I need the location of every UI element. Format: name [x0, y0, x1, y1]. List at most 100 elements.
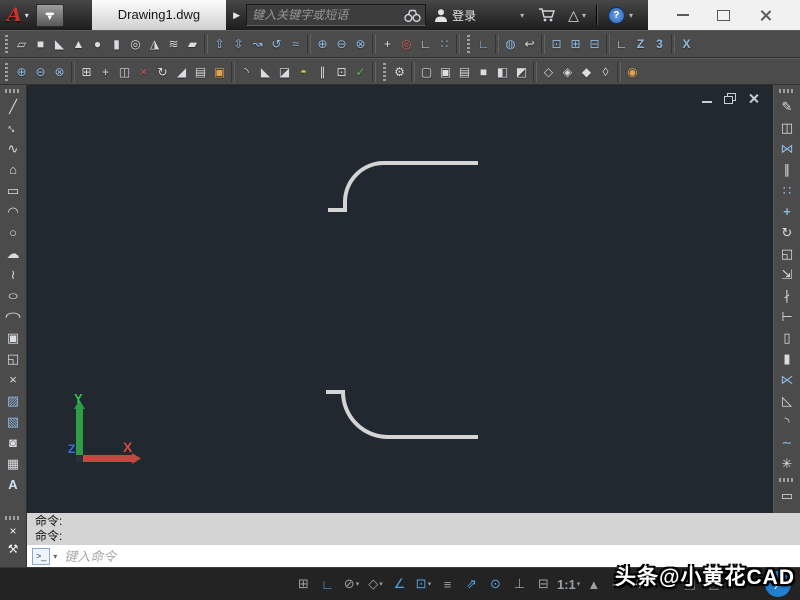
isolate-objects-1-icon[interactable]: ◇: [539, 61, 558, 83]
selection-cycling-icon[interactable]: ⇗: [460, 571, 483, 597]
chamfer-edge-icon[interactable]: ◣: [256, 61, 275, 83]
render-presets-icon[interactable]: ⚙: [390, 61, 409, 83]
taper-faces-icon[interactable]: ◢: [172, 61, 191, 83]
point-icon[interactable]: ×: [1, 369, 25, 390]
ucs-x-rotate-icon[interactable]: X: [677, 33, 696, 55]
object-snap-icon-caret[interactable]: ▾: [428, 580, 432, 588]
surface-subtract-icon[interactable]: ⊖: [31, 61, 50, 83]
file-tab[interactable]: Drawing1.dwg: [92, 0, 226, 30]
command-customize-wrench-icon[interactable]: ⚒: [8, 540, 19, 558]
subtract-icon[interactable]: ⊖: [332, 33, 351, 55]
explode-icon[interactable]: ✳: [775, 453, 799, 474]
3d-move-icon[interactable]: +: [378, 33, 397, 55]
join-icon[interactable]: ⋉: [775, 369, 799, 390]
cone-icon[interactable]: ▲: [69, 33, 88, 55]
union-icon[interactable]: ⊕: [313, 33, 332, 55]
rotate-faces-icon[interactable]: ↻: [153, 61, 172, 83]
visual-style-wireframe-icon[interactable]: ▣: [436, 61, 455, 83]
3d-align-icon[interactable]: ∟: [416, 33, 435, 55]
arc-icon[interactable]: ◠: [1, 201, 25, 222]
ucs-world-icon[interactable]: ◍: [501, 33, 520, 55]
imprint-icon[interactable]: ⊡: [332, 61, 351, 83]
color-edges-icon[interactable]: ▣: [210, 61, 229, 83]
ucs-origin-icon[interactable]: ⊡: [547, 33, 566, 55]
close-button[interactable]: [759, 9, 772, 22]
ucs-previous-icon[interactable]: ↩: [520, 33, 539, 55]
annotation-scale-label-caret[interactable]: ▾: [577, 580, 581, 588]
visual-style-shaded-icon[interactable]: ◩: [512, 61, 531, 83]
erase-icon[interactable]: ✎: [775, 96, 799, 117]
visual-style-conceptual-icon[interactable]: ◧: [493, 61, 512, 83]
thicken-icon[interactable]: ◓: [294, 61, 313, 83]
ucs-3point-icon[interactable]: 3: [650, 33, 669, 55]
quick-access-toolbar-button[interactable]: ▬▼: [36, 4, 64, 27]
drawing-canvas[interactable]: Y X Z: [27, 85, 773, 513]
isometric-drafting-icon[interactable]: ◇▾: [364, 571, 387, 597]
ucs-object-icon[interactable]: ⊟: [585, 33, 604, 55]
toolbar-grip[interactable]: [779, 478, 795, 482]
copy-icon[interactable]: ◫: [775, 117, 799, 138]
maximize-button[interactable]: [717, 10, 730, 21]
extrude-faces-icon[interactable]: ⊞: [77, 61, 96, 83]
rotate-icon[interactable]: ↻: [775, 222, 799, 243]
revolve-icon[interactable]: ↺: [267, 33, 286, 55]
dynamic-input-icon[interactable]: ⊟: [532, 571, 555, 597]
command-close-icon[interactable]: ×: [9, 522, 16, 540]
slice-icon[interactable]: ◪: [275, 61, 294, 83]
sphere-icon[interactable]: ●: [88, 33, 107, 55]
helix-icon[interactable]: ≋: [164, 33, 183, 55]
lineweight-icon[interactable]: ≡: [436, 571, 459, 597]
fillet-edge-icon[interactable]: ◝: [237, 61, 256, 83]
autocad-logo-icon[interactable]: A: [7, 4, 22, 26]
window-toolbar-icon[interactable]: ▭: [775, 485, 799, 506]
rectangle-icon[interactable]: ▭: [1, 180, 25, 201]
annotation-scale-label[interactable]: 1:1▾: [556, 571, 581, 597]
array-icon[interactable]: ∷: [775, 180, 799, 201]
ucs-icon[interactable]: ∟: [474, 33, 493, 55]
help-caret-icon[interactable]: ▾: [629, 11, 633, 20]
table-icon[interactable]: ▦: [1, 453, 25, 474]
upper-polyline[interactable]: [328, 163, 478, 210]
search-input[interactable]: [247, 8, 400, 22]
ortho-mode-icon[interactable]: ∟: [316, 571, 339, 597]
viewport-restore-button[interactable]: [724, 93, 736, 104]
3d-rotate-icon[interactable]: ◎: [397, 33, 416, 55]
annotation-visibility-icon[interactable]: ▲: [582, 571, 605, 597]
command-prompt-icon[interactable]: >_: [32, 548, 50, 565]
polysolid-icon[interactable]: ▱: [12, 33, 31, 55]
object-snap-tracking-icon[interactable]: ∠: [388, 571, 411, 597]
toolbar-grip[interactable]: [466, 35, 470, 53]
login-caret-icon[interactable]: ▾: [520, 11, 524, 20]
polygon-icon[interactable]: ⌂: [1, 159, 25, 180]
hatch-icon[interactable]: ▨: [1, 390, 25, 411]
move-faces-icon[interactable]: +: [96, 61, 115, 83]
app-menu-caret-icon[interactable]: ▾: [25, 11, 29, 20]
create-block-icon[interactable]: ◱: [1, 348, 25, 369]
file-tab-arrow-icon[interactable]: ▶: [229, 0, 244, 30]
torus-icon[interactable]: ◎: [126, 33, 145, 55]
extend-icon[interactable]: ⊢: [775, 306, 799, 327]
polar-tracking-icon[interactable]: ⊘▾: [340, 571, 363, 597]
toolbar-grip[interactable]: [779, 89, 795, 93]
revision-cloud-icon[interactable]: ☁: [1, 243, 25, 264]
interfere-icon[interactable]: ∥: [313, 61, 332, 83]
ucs-z-axis-icon[interactable]: Z: [631, 33, 650, 55]
circle-icon[interactable]: ○: [1, 222, 25, 243]
visual-style-2d-wireframe-icon[interactable]: ▢: [417, 61, 436, 83]
command-prompt-caret-icon[interactable]: ▾: [53, 552, 57, 561]
ucs-view-icon[interactable]: ∟: [612, 33, 631, 55]
isolate-objects-4-icon[interactable]: ◊: [596, 61, 615, 83]
box-icon[interactable]: ■: [31, 33, 50, 55]
visual-style-realistic-icon[interactable]: ■: [474, 61, 493, 83]
viewport-minimize-button[interactable]: [702, 101, 712, 103]
polar-tracking-icon-caret[interactable]: ▾: [356, 580, 360, 588]
copy-faces-icon[interactable]: ◫: [115, 61, 134, 83]
surface-union-icon[interactable]: ⊕: [12, 61, 31, 83]
check-icon[interactable]: ✓: [351, 61, 370, 83]
toolbar-grip[interactable]: [4, 35, 8, 53]
copy-edges-icon[interactable]: ▤: [191, 61, 210, 83]
toolbar-grip[interactable]: [4, 63, 8, 81]
offset-icon[interactable]: ∥: [775, 159, 799, 180]
toolbar-grip[interactable]: [382, 63, 386, 81]
move-icon[interactable]: +: [775, 201, 799, 222]
